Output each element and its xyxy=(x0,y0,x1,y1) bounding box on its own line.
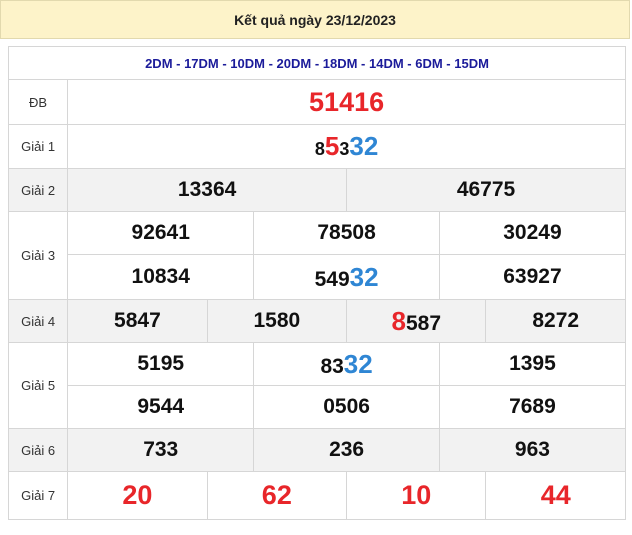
row-g7: Giải 7 20 62 10 44 xyxy=(7,471,626,520)
value-g7-2: 62 xyxy=(206,471,348,520)
value-g1: 85332 xyxy=(67,124,626,169)
results-panel: Kết quả ngày 23/12/2023 2DM - 17DM - 10D… xyxy=(0,0,632,535)
g5-highlight: 32 xyxy=(343,348,373,379)
g3-line-1: 92641 78508 30249 xyxy=(67,211,626,255)
g3-number: 63927 xyxy=(503,265,562,288)
g5-number: 9544 xyxy=(137,395,185,418)
g4-number: 8272 xyxy=(532,309,580,332)
row-g3a: Giải 3 92641 78508 30249 xyxy=(7,211,626,300)
g7-number: 44 xyxy=(540,480,571,510)
g6-line: 733 236 963 xyxy=(67,428,626,472)
g3-digits: 549 xyxy=(314,267,350,291)
label-g2: Giải 2 xyxy=(7,168,69,212)
label-g1: Giải 1 xyxy=(7,124,69,169)
label-g3: Giải 3 xyxy=(7,211,69,300)
g3-number: 92641 xyxy=(131,221,190,244)
g1-digit-1: 8 xyxy=(314,139,325,159)
g5-number: 8332 xyxy=(320,351,372,378)
g6-number: 733 xyxy=(143,438,179,461)
g7-number: 20 xyxy=(122,480,153,510)
value-g7-4: 44 xyxy=(485,471,626,520)
row-g4: Giải 4 5847 1580 8587 8272 xyxy=(7,299,626,343)
results-table: 2DM - 17DM - 10DM - 20DM - 18DM - 14DM -… xyxy=(7,46,626,520)
codes-row: 2DM - 17DM - 10DM - 20DM - 18DM - 14DM -… xyxy=(8,46,626,80)
g7-number: 10 xyxy=(401,480,432,510)
value-g7-3: 10 xyxy=(346,471,487,520)
g4-highlight: 8 xyxy=(391,305,406,336)
special-prize-number: 51416 xyxy=(309,86,385,117)
prize-codes: 2DM - 17DM - 10DM - 20DM - 18DM - 14DM -… xyxy=(8,46,626,80)
value-db: 51416 xyxy=(67,79,626,125)
row-g3b: 10834 54932 63927 xyxy=(9,254,626,300)
g3-number: 10834 xyxy=(131,265,190,288)
g5-number: 7689 xyxy=(509,395,556,418)
label-db: ĐB xyxy=(7,79,69,125)
row-db: ĐB 51416 xyxy=(7,79,626,125)
g4-number: 1580 xyxy=(253,309,301,332)
label-g7: Giải 7 xyxy=(7,471,69,520)
g2-number: 13364 xyxy=(177,178,237,201)
value-g4-3: 8587 xyxy=(346,299,487,343)
g7-number: 62 xyxy=(261,480,292,510)
g5-digits: 83 xyxy=(320,354,344,378)
g3-line-2: 10834 54932 63927 xyxy=(67,254,626,300)
g5-line-1: 5195 8332 1395 xyxy=(67,342,626,386)
first-prize-number: 85332 xyxy=(314,133,378,160)
value-g4-1: 5847 xyxy=(67,299,208,343)
g3-highlight: 32 xyxy=(349,261,379,292)
row-g5b: 9544 0506 7689 xyxy=(9,385,626,429)
row-g6: Giải 6 733 236 963 xyxy=(7,428,626,472)
value-g4-4: 8272 xyxy=(485,299,626,343)
value-g2-2: 46775 xyxy=(346,168,626,212)
value-g4-2: 1580 xyxy=(206,299,348,343)
g1-highlight: 32 xyxy=(349,131,379,161)
g3-number: 54932 xyxy=(314,264,379,291)
row-g2: Giải 2 13364 46775 xyxy=(7,168,626,212)
g3-number: 78508 xyxy=(317,221,376,244)
g6-number: 963 xyxy=(514,438,550,461)
g2-number: 46775 xyxy=(456,178,516,201)
label-g6: Giải 6 xyxy=(7,428,69,472)
label-g4: Giải 4 xyxy=(7,299,69,343)
label-g5: Giải 5 xyxy=(7,342,69,429)
g5-number: 1395 xyxy=(509,352,556,375)
g6-number: 236 xyxy=(329,438,365,461)
g5-number: 5195 xyxy=(137,352,185,375)
value-g2-1: 13364 xyxy=(67,168,348,212)
value-g7-1: 20 xyxy=(67,471,208,520)
row-g1: Giải 1 85332 xyxy=(7,124,626,169)
g5-number: 0506 xyxy=(323,395,370,418)
row-g5a: Giải 5 5195 8332 1395 xyxy=(7,342,626,429)
g4-number: 5847 xyxy=(114,309,161,332)
g1-digit-3: 3 xyxy=(339,139,350,159)
g5-line-2: 9544 0506 7689 xyxy=(67,385,626,429)
g3-number: 30249 xyxy=(503,221,562,244)
page-title: Kết quả ngày 23/12/2023 xyxy=(0,0,630,39)
g4-digits: 587 xyxy=(405,311,442,335)
g4-number: 8587 xyxy=(392,308,442,335)
g1-digit-2: 5 xyxy=(324,131,340,161)
